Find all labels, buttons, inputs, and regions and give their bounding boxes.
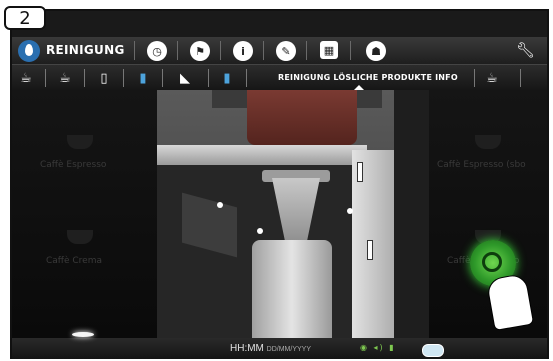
rinse-cup-icon[interactable]: ☕︎	[16, 68, 36, 88]
main-content: Caffè Espresso Caffè Crema Caffè Espress…	[12, 90, 547, 338]
divider	[520, 69, 521, 87]
bottle-icon	[422, 344, 444, 357]
screw	[257, 228, 263, 234]
water-drop-icon	[18, 40, 40, 62]
time-text: HH:MM	[230, 343, 264, 354]
divider	[162, 69, 163, 87]
milk-carton-icon[interactable]: ▯	[94, 68, 114, 88]
divider	[474, 69, 475, 87]
wifi-icon: ◉ ◂) ▮	[360, 343, 396, 352]
user-icon[interactable]: ☗	[366, 41, 386, 61]
product-label: Caffè Espresso (sbo	[437, 160, 526, 170]
sparkle-cup-icon[interactable]: ☕︎	[482, 68, 502, 88]
cup-icon	[475, 135, 501, 149]
tab-active-label[interactable]: REINIGUNG LÖSLICHE PRODUKTE INFO	[278, 73, 458, 82]
cup-icon[interactable]: ☕︎	[55, 68, 75, 88]
date-text: DD/MM/YYYY	[266, 346, 312, 353]
product-label: Caffè Crema	[46, 256, 103, 266]
screw	[347, 208, 353, 214]
clock-readout: HH:MM DD/MM/YYYY	[230, 343, 311, 354]
screw	[217, 202, 223, 208]
divider	[177, 41, 178, 60]
milk-pour-icon[interactable]: ◣	[175, 68, 195, 88]
cup-icon	[67, 135, 93, 149]
instruction-photo	[157, 90, 429, 338]
divider	[134, 41, 135, 60]
divider	[263, 41, 264, 60]
latch	[367, 240, 373, 260]
cleaning-container	[252, 240, 332, 338]
divider	[84, 69, 85, 87]
glass-icon[interactable]: ▮	[133, 68, 153, 88]
status-bar: HH:MM DD/MM/YYYY ◉ ◂) ▮	[12, 338, 547, 359]
info-icon[interactable]: i	[233, 41, 253, 61]
wrench-icon[interactable]: 🔧︎	[516, 41, 535, 59]
cup-icon	[67, 230, 93, 244]
top-bar: REINIGUNG ◷ ⚑ i ✎ ▦ ☗ 🔧︎	[12, 37, 547, 64]
divider	[306, 41, 307, 60]
machine-edge	[394, 90, 429, 338]
latch	[357, 162, 363, 182]
light-indicator	[72, 332, 94, 337]
flag-icon[interactable]: ⚑	[190, 41, 210, 61]
mounting-plate	[157, 145, 367, 165]
water-glass-icon[interactable]: ▮	[217, 68, 237, 88]
calendar-icon[interactable]: ▦	[320, 41, 338, 59]
pencil-icon[interactable]: ✎	[276, 41, 296, 61]
step-number-badge: 2	[4, 6, 46, 30]
divider	[45, 69, 46, 87]
tab-bar: ☕︎ ☕︎ ▯ ▮ ◣ ▮ REINIGUNG LÖSLICHE PRODUKT…	[12, 64, 547, 91]
powder-hopper	[247, 90, 357, 145]
machine-screen: REINIGUNG ◷ ⚑ i ✎ ▦ ☗ 🔧︎ ☕︎ ☕︎ ▯ ▮ ◣ ▮ R…	[12, 37, 547, 359]
divider	[350, 41, 351, 60]
product-panel-left: Caffè Espresso Caffè Crema	[12, 90, 157, 338]
page-title: REINIGUNG	[46, 43, 125, 57]
clock-icon[interactable]: ◷	[147, 41, 167, 61]
divider	[220, 41, 221, 60]
product-label: Caffè Espresso	[40, 160, 107, 170]
divider	[208, 69, 209, 87]
step-number: 2	[19, 7, 31, 29]
divider	[123, 69, 124, 87]
divider	[246, 69, 247, 87]
